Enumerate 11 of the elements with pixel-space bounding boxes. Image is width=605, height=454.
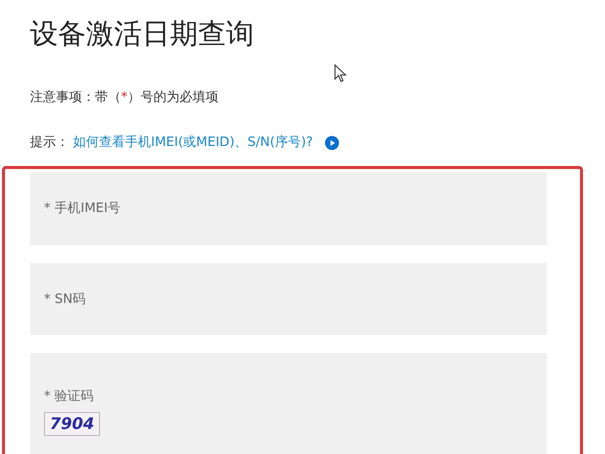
text-field[interactable]: * 手机IMEI号 xyxy=(30,172,547,245)
field-label: * 验证码 xyxy=(44,388,95,406)
text-field[interactable]: * SN码 xyxy=(30,262,547,336)
notice-text: 注意事项：带（*）号的为必填项 xyxy=(30,89,220,107)
cursor-icon xyxy=(334,64,347,83)
tip-label: 提示： xyxy=(30,134,69,152)
play-icon[interactable] xyxy=(324,136,339,150)
help-link[interactable]: 如何查看手机IMEI(或MEID)、S/N(序号)? xyxy=(73,133,313,153)
captcha-image[interactable]: 7904 xyxy=(44,412,100,436)
page-title: 设备激活日期查询 xyxy=(30,16,254,52)
captcha-field[interactable]: * 验证码 7904 xyxy=(30,353,547,454)
